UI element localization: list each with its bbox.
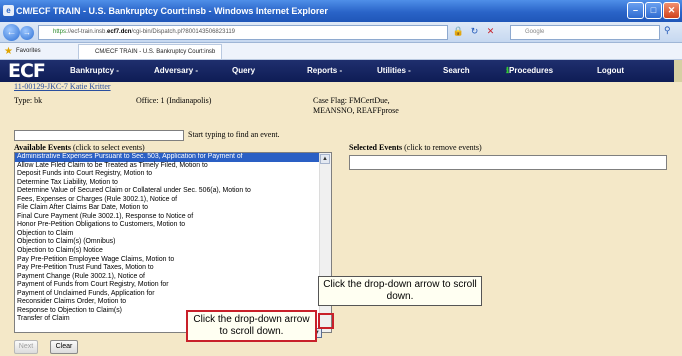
clear-button[interactable]: Clear (50, 340, 78, 354)
favorites-bar: ★ Favorites CM/ECF TRAIN - U.S. Bankrupt… (0, 43, 682, 60)
list-item[interactable]: Payment Change (Rule 3002.1), Notice of (15, 273, 331, 282)
menu-utilities[interactable]: Utilities - (377, 60, 411, 82)
list-item[interactable]: Objection to Claim(s) (Omnibus) (15, 238, 331, 247)
minimize-icon[interactable]: – (627, 2, 644, 19)
lock-icon[interactable]: 🔒 (452, 25, 465, 38)
ie-app-icon: e (3, 5, 14, 16)
list-item[interactable]: Honor Pre-Petition Obligations to Custom… (15, 221, 331, 230)
menu-reports[interactable]: Reports - (307, 60, 342, 82)
case-type: Type: bk (14, 96, 43, 105)
close-icon[interactable]: ✕ (663, 2, 680, 19)
menu-logout[interactable]: Logout (597, 60, 624, 82)
list-item[interactable]: Allow Late Filed Claim to be Treated as … (15, 162, 331, 171)
find-event-input[interactable] (14, 130, 184, 141)
stop-icon[interactable]: ✕ (484, 25, 497, 38)
list-item[interactable]: Pay Pre-Petition Trust Fund Taxes, Motio… (15, 264, 331, 273)
list-item[interactable]: Administrative Expenses Pursuant to Sec.… (15, 153, 331, 162)
available-events-list[interactable]: Administrative Expenses Pursuant to Sec.… (14, 152, 332, 333)
callout-top: Click the drop-down arrow to scroll down… (318, 276, 482, 306)
favorites-star-icon[interactable]: ★ (4, 43, 13, 60)
next-button[interactable]: Next (14, 340, 38, 354)
url-field[interactable]: https://ecf-train.insb.ecf7.dcn/cgi-bin/… (38, 25, 448, 40)
callout-bottom: Click the drop-down arrow to scroll down… (186, 310, 317, 342)
case-flag-line2: MEANSNO, REAFFprose (313, 106, 399, 115)
menu-bankruptcy[interactable]: Bankruptcy - (70, 60, 119, 82)
ecf-menu-bar: ECF Bankruptcy - Adversary - Query Repor… (0, 60, 682, 82)
list-item[interactable]: Pay Pre-Petition Employee Wage Claims, M… (15, 256, 331, 265)
menu-procedures[interactable]: ℹProcedures (506, 60, 553, 82)
selected-events-header: Selected Events (click to remove events) (349, 143, 482, 152)
list-item[interactable]: Final Cure Payment (Rule 3002.1), Respon… (15, 213, 331, 222)
menu-search[interactable]: Search (443, 60, 470, 82)
list-item[interactable]: Determine Value of Secured Claim or Coll… (15, 187, 331, 196)
forward-arrow-icon[interactable]: → (20, 26, 34, 40)
find-event-hint: Start typing to find an event. (188, 130, 280, 139)
selected-events-list[interactable] (349, 155, 667, 170)
menu-right-strip (674, 60, 682, 82)
search-icon[interactable]: ⚲ (664, 25, 671, 36)
list-item[interactable]: Determine Tax Liability, Motion to (15, 179, 331, 188)
menu-adversary[interactable]: Adversary - (154, 60, 198, 82)
list-item[interactable]: Fees, Expenses or Charges (Rule 3002.1),… (15, 196, 331, 205)
case-office: Office: 1 (Indianapolis) (136, 96, 212, 105)
list-item[interactable]: Payment of Funds from Court Registry, Mo… (15, 281, 331, 290)
list-item[interactable]: Objection to Claim(s) Notice (15, 247, 331, 256)
case-flag-line1: Case Flag: FMCertDue, (313, 96, 390, 105)
menu-query[interactable]: Query (232, 60, 255, 82)
list-item[interactable]: Deposit Funds into Court Registry, Motio… (15, 170, 331, 179)
address-bar: ← → https://ecf-train.insb.ecf7.dcn/cgi-… (0, 22, 682, 43)
search-input[interactable]: Google (510, 25, 660, 40)
ecf-logo: ECF (8, 60, 46, 82)
list-item[interactable]: Reconsider Claims Order, Motion to (15, 298, 331, 307)
refresh-icon[interactable]: ↻ (468, 25, 481, 38)
list-item[interactable]: Objection to Claim (15, 230, 331, 239)
scroll-down-highlight (318, 313, 334, 329)
window-title: CM/ECF TRAIN - U.S. Bankruptcy Court:ins… (16, 6, 328, 16)
list-item[interactable]: File Claim After Claims Bar Date, Motion… (15, 204, 331, 213)
back-arrow-icon[interactable]: ← (3, 24, 20, 41)
list-item[interactable]: Payment of Unclaimed Funds, Application … (15, 290, 331, 299)
page-content: 11-00129-JKC-7 Katie Kritter Type: bk Of… (0, 82, 682, 356)
scroll-up-arrow-icon[interactable]: ▲ (320, 154, 330, 164)
window-titlebar: e CM/ECF TRAIN - U.S. Bankruptcy Court:i… (0, 0, 682, 22)
case-number-link[interactable]: 11-00129-JKC-7 Katie Kritter (14, 82, 111, 91)
browser-tab[interactable]: CM/ECF TRAIN - U.S. Bankruptcy Court:ins… (78, 44, 223, 59)
available-events-header: Available Events (click to select events… (14, 143, 145, 152)
maximize-icon[interactable]: □ (645, 2, 662, 19)
favorites-label[interactable]: Favorites (16, 43, 41, 60)
